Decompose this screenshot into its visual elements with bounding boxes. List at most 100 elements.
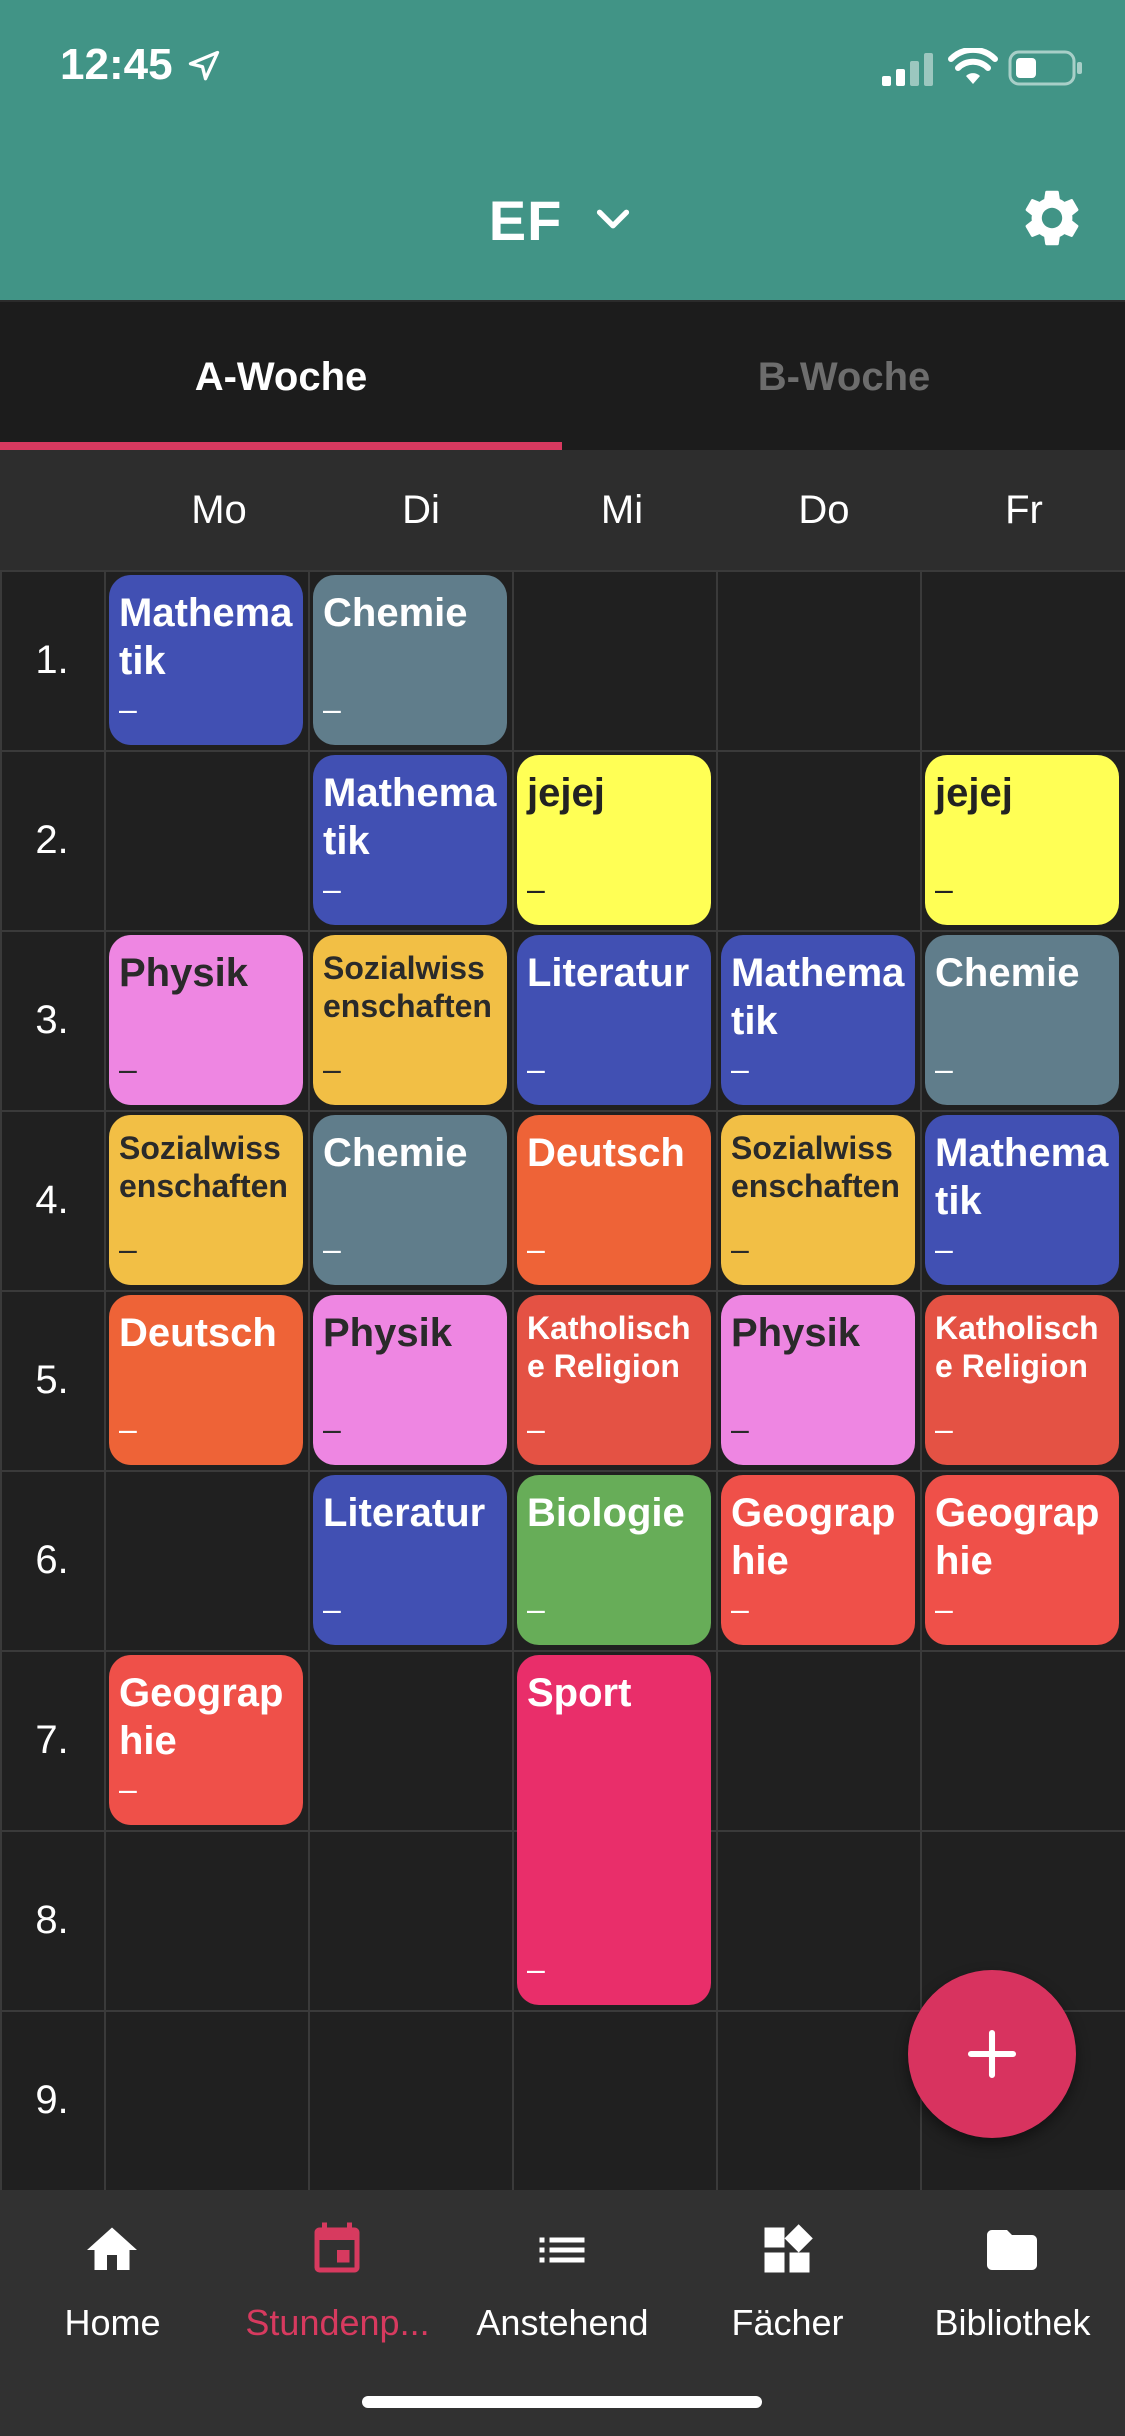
lesson-room: – bbox=[323, 1231, 341, 1267]
lesson-card[interactable]: Literatur – bbox=[313, 1475, 507, 1645]
class-selector[interactable]: EF bbox=[0, 180, 1125, 260]
lesson-room: – bbox=[527, 1951, 545, 1987]
lesson-room: – bbox=[323, 1591, 341, 1627]
lesson-card[interactable]: Geographie – bbox=[925, 1475, 1119, 1645]
nav-item-home[interactable]: Home bbox=[0, 2190, 225, 2370]
day-header-mo: Mo bbox=[191, 487, 247, 532]
lesson-card[interactable]: Biologie – bbox=[517, 1475, 711, 1645]
lesson-card[interactable]: Geographie – bbox=[721, 1475, 915, 1645]
battery-icon bbox=[1008, 50, 1082, 86]
period-label: 8. bbox=[35, 1897, 69, 1942]
lesson-room: – bbox=[731, 1051, 749, 1087]
lesson-subject: Literatur bbox=[527, 951, 690, 995]
tab-a-woche[interactable]: A-Woche bbox=[0, 302, 562, 452]
lesson-card[interactable]: Deutsch – bbox=[109, 1295, 303, 1465]
lesson-subject: Physik bbox=[731, 1311, 860, 1355]
lesson-card[interactable]: jejej – bbox=[517, 755, 711, 925]
list-icon bbox=[539, 2237, 585, 2263]
lesson-card[interactable]: Geographie – bbox=[109, 1655, 303, 1825]
period-label: 9. bbox=[35, 2077, 69, 2122]
add-lesson-button[interactable] bbox=[908, 1970, 1076, 2138]
folder-icon bbox=[987, 2230, 1037, 2270]
lesson-card[interactable]: Katholische Religion – bbox=[925, 1295, 1119, 1465]
lesson-card[interactable]: Mathematik – bbox=[109, 575, 303, 745]
lesson-subject: Mathematik bbox=[323, 771, 497, 863]
lesson-card[interactable]: Chemie – bbox=[313, 1115, 507, 1285]
widgets-icon bbox=[764, 2224, 813, 2273]
lesson-card[interactable]: Literatur – bbox=[517, 935, 711, 1105]
lesson-card[interactable]: Deutsch – bbox=[517, 1115, 711, 1285]
nav-label-bibliothek: Bibliothek bbox=[934, 2302, 1091, 2343]
lesson-room: – bbox=[323, 691, 341, 727]
lesson-subject: Deutsch bbox=[119, 1311, 277, 1355]
lesson-room: – bbox=[119, 1411, 137, 1447]
nav-item-anstehend[interactable]: Anstehend bbox=[450, 2190, 675, 2370]
lesson-card[interactable]: Sozialwissenschaften – bbox=[721, 1115, 915, 1285]
app-header: 12:45 EF bbox=[0, 0, 1125, 300]
lesson-room: – bbox=[323, 1411, 341, 1447]
lesson-card[interactable]: Physik – bbox=[721, 1295, 915, 1465]
tab-active-indicator bbox=[0, 442, 562, 450]
lesson-subject: Chemie bbox=[935, 951, 1080, 995]
lesson-room: – bbox=[119, 1051, 137, 1087]
lesson-room: – bbox=[935, 1231, 953, 1267]
day-header-di: Di bbox=[402, 487, 440, 532]
lesson-subject: Physik bbox=[119, 951, 248, 995]
nav-item-faecher[interactable]: Fächer bbox=[675, 2190, 900, 2370]
lesson-card[interactable]: Sozialwissenschaften – bbox=[313, 935, 507, 1105]
lesson-subject: Physik bbox=[323, 1311, 452, 1355]
lesson-room: – bbox=[527, 871, 545, 907]
location-arrow-icon bbox=[188, 50, 220, 81]
period-label: 1. bbox=[35, 637, 69, 682]
nav-item-bibliothek[interactable]: Bibliothek bbox=[900, 2190, 1125, 2370]
lesson-card[interactable]: Mathematik – bbox=[925, 1115, 1119, 1285]
lesson-subject: Sozialwissenschaften bbox=[119, 1130, 288, 1205]
week-tabs: A-Woche B-Woche bbox=[0, 300, 1125, 452]
lesson-subject: Katholische Religion bbox=[935, 1310, 1099, 1385]
lesson-card[interactable]: Katholische Religion – bbox=[517, 1295, 711, 1465]
lesson-subject: Deutsch bbox=[527, 1131, 685, 1175]
lesson-card[interactable]: Mathematik – bbox=[721, 935, 915, 1105]
nav-label-home: Home bbox=[64, 2302, 161, 2343]
period-label: 3. bbox=[35, 997, 69, 1042]
tab-b-woche[interactable]: B-Woche bbox=[563, 302, 1125, 452]
period-label: 7. bbox=[35, 1717, 69, 1762]
settings-gear-icon[interactable] bbox=[1018, 184, 1086, 252]
nav-item-stundenplan[interactable]: Stundenp... bbox=[225, 2190, 450, 2370]
lesson-room: – bbox=[935, 871, 953, 907]
lesson-subject: Mathematik bbox=[119, 591, 293, 683]
day-header-do: Do bbox=[798, 487, 850, 532]
lesson-room: – bbox=[323, 1051, 341, 1087]
lesson-room: – bbox=[119, 1771, 137, 1807]
lesson-card[interactable]: jejej – bbox=[925, 755, 1119, 925]
lesson-subject: Katholische Religion bbox=[527, 1310, 691, 1385]
period-label: 4. bbox=[35, 1177, 69, 1222]
lesson-room: – bbox=[731, 1411, 749, 1447]
lesson-subject: Geographie bbox=[119, 1671, 284, 1763]
signal-icon bbox=[882, 53, 933, 86]
lesson-subject: Chemie bbox=[323, 1131, 468, 1175]
nav-label-anstehend: Anstehend bbox=[476, 2302, 649, 2343]
lesson-subject: Mathematik bbox=[935, 1131, 1109, 1223]
lesson-card[interactable]: Mathematik – bbox=[313, 755, 507, 925]
period-label: 5. bbox=[35, 1357, 69, 1402]
lesson-card[interactable]: Physik – bbox=[313, 1295, 507, 1465]
timetable-grid: 1. 2. 3. 4. 5. 6. 7. 8. 9. Mathematik – Ch… bbox=[0, 570, 1125, 2190]
lesson-room: – bbox=[731, 1231, 749, 1267]
lesson-card[interactable]: Sport – bbox=[517, 1655, 711, 2005]
lesson-subject: jejej bbox=[935, 771, 1013, 815]
day-header-row: Mo Di Mi Do Fr bbox=[0, 450, 1125, 570]
period-label: 2. bbox=[35, 817, 69, 862]
lesson-subject: Sport bbox=[527, 1671, 632, 1715]
lesson-subject: Chemie bbox=[323, 591, 468, 635]
lesson-card[interactable]: Physik – bbox=[109, 935, 303, 1105]
lesson-card[interactable]: Sozialwissenschaften – bbox=[109, 1115, 303, 1285]
lesson-card[interactable]: Chemie – bbox=[313, 575, 507, 745]
lesson-room: – bbox=[527, 1411, 545, 1447]
lesson-card[interactable]: Chemie – bbox=[925, 935, 1119, 1105]
lesson-room: – bbox=[527, 1591, 545, 1627]
lesson-subject: jejej bbox=[527, 771, 605, 815]
lesson-room: – bbox=[731, 1591, 749, 1627]
chevron-down-icon bbox=[597, 209, 630, 229]
lesson-subject: Geographie bbox=[935, 1491, 1100, 1583]
